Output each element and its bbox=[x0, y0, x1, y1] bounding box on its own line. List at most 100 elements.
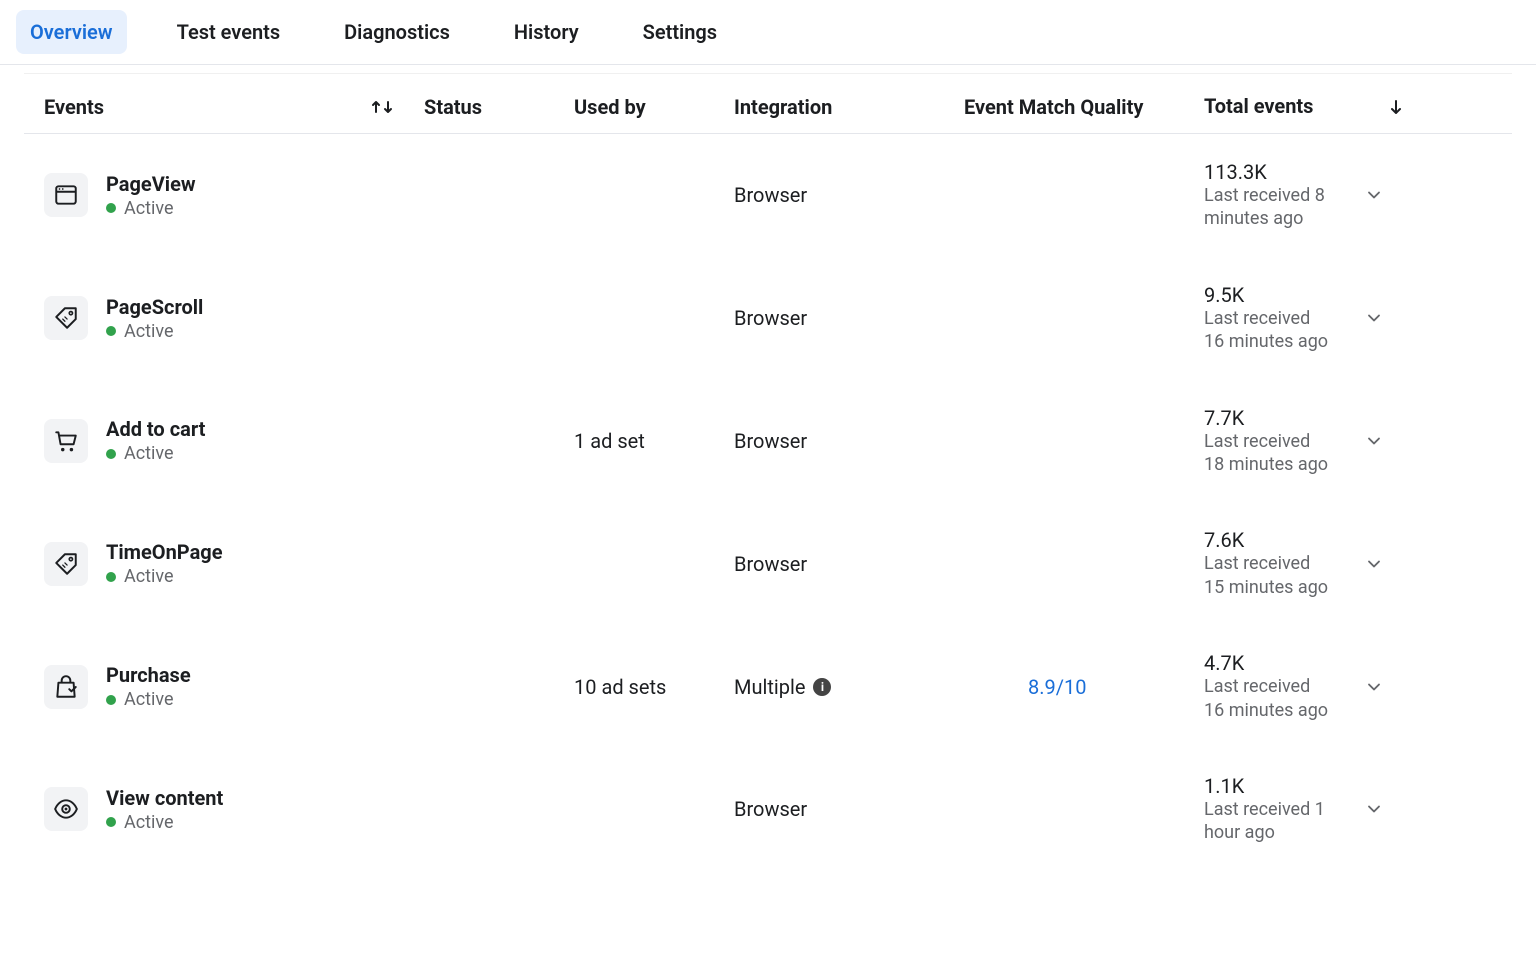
tab-settings[interactable]: Settings bbox=[629, 10, 731, 54]
total-sub: Last received 8 minutes ago bbox=[1204, 184, 1334, 231]
table-row[interactable]: PurchaseActive 10 ad setsMultiple i 8.9/104… bbox=[24, 625, 1512, 748]
table-row[interactable]: PageScrollActive Browser 9.5KLast received… bbox=[24, 257, 1512, 380]
status-dot-icon bbox=[106, 326, 116, 336]
expand-row-button[interactable] bbox=[1344, 431, 1404, 451]
event-status: Active bbox=[106, 443, 205, 464]
table-row[interactable]: PageViewActive Browser 113.3KLast received… bbox=[24, 134, 1512, 257]
event-cell: TimeOnPageActive bbox=[44, 540, 424, 587]
integration-label: Multiple bbox=[734, 675, 805, 699]
chevron-down-icon bbox=[1364, 308, 1384, 328]
total-sub: Last received 16 minutes ago bbox=[1204, 675, 1334, 722]
event-cell: PageViewActive bbox=[44, 172, 424, 219]
tabs-bar: Overview Test events Diagnostics History… bbox=[0, 0, 1536, 65]
event-status: Active bbox=[106, 566, 223, 587]
total-events-cell: 113.3KLast received 8 minutes ago bbox=[1204, 160, 1344, 231]
tab-overview[interactable]: Overview bbox=[16, 10, 127, 54]
window-icon bbox=[44, 173, 88, 217]
tab-diagnostics[interactable]: Diagnostics bbox=[330, 10, 464, 54]
event-status: Active bbox=[106, 321, 203, 342]
total-events-cell: 4.7KLast received 16 minutes ago bbox=[1204, 651, 1344, 722]
col-emq[interactable]: Event Match Quality bbox=[964, 95, 1204, 119]
chevron-down-icon bbox=[1364, 554, 1384, 574]
event-name: PageScroll bbox=[106, 295, 203, 319]
info-icon[interactable]: i bbox=[813, 678, 831, 696]
expand-row-button[interactable] bbox=[1344, 185, 1404, 205]
col-events-label: Events bbox=[44, 95, 104, 119]
col-integration[interactable]: Integration bbox=[734, 95, 964, 119]
total-sub: Last received 15 minutes ago bbox=[1204, 552, 1334, 599]
used-by-cell: 10 ad sets bbox=[574, 675, 734, 699]
event-status-label: Active bbox=[124, 198, 174, 219]
event-name: TimeOnPage bbox=[106, 540, 223, 564]
event-name: Add to cart bbox=[106, 417, 205, 441]
integration-cell: Browser bbox=[734, 429, 964, 453]
total-sub: Last received 18 minutes ago bbox=[1204, 430, 1334, 477]
tag-icon bbox=[44, 296, 88, 340]
event-status: Active bbox=[106, 689, 191, 710]
total-count: 113.3K bbox=[1204, 160, 1344, 184]
col-total-label: Total events bbox=[1204, 94, 1313, 119]
integration-cell: Browser bbox=[734, 183, 964, 207]
table-row[interactable]: Add to cartActive 1 ad setBrowser 7.7KLast… bbox=[24, 380, 1512, 503]
status-dot-icon bbox=[106, 572, 116, 582]
total-events-cell: 1.1KLast received 1 hour ago bbox=[1204, 774, 1344, 845]
chevron-down-icon bbox=[1364, 799, 1384, 819]
chevron-down-icon bbox=[1364, 185, 1384, 205]
table-row[interactable]: View contentActive Browser 1.1KLast receiv… bbox=[24, 748, 1512, 871]
total-count: 7.6K bbox=[1204, 528, 1344, 552]
col-status[interactable]: Status bbox=[424, 95, 574, 119]
integration-cell: Browser bbox=[734, 552, 964, 576]
expand-row-button[interactable] bbox=[1344, 677, 1404, 697]
event-name: Purchase bbox=[106, 663, 191, 687]
status-dot-icon bbox=[106, 449, 116, 459]
event-status-label: Active bbox=[124, 321, 174, 342]
tab-history[interactable]: History bbox=[500, 10, 593, 54]
chevron-down-icon bbox=[1364, 677, 1384, 697]
col-used-by[interactable]: Used by bbox=[574, 95, 734, 119]
expand-row-button[interactable] bbox=[1344, 799, 1404, 819]
event-cell: PurchaseActive bbox=[44, 663, 424, 710]
status-dot-icon bbox=[106, 695, 116, 705]
integration-label: Browser bbox=[734, 183, 807, 207]
integration-cell: Multiple i bbox=[734, 675, 964, 699]
total-count: 4.7K bbox=[1204, 651, 1344, 675]
integration-label: Browser bbox=[734, 306, 807, 330]
total-events-cell: 7.7KLast received 18 minutes ago bbox=[1204, 406, 1344, 477]
table-header: Events Status Used by Integration Event … bbox=[24, 73, 1512, 134]
total-sub: Last received 1 hour ago bbox=[1204, 798, 1334, 845]
eye-icon bbox=[44, 787, 88, 831]
event-name: View content bbox=[106, 786, 223, 810]
total-count: 1.1K bbox=[1204, 774, 1344, 798]
event-cell: View contentActive bbox=[44, 786, 424, 833]
event-status: Active bbox=[106, 198, 196, 219]
col-total-events[interactable]: Total events bbox=[1204, 94, 1344, 119]
emq-cell[interactable]: 8.9/10 bbox=[964, 675, 1204, 699]
col-events[interactable]: Events bbox=[44, 95, 424, 119]
integration-label: Browser bbox=[734, 797, 807, 821]
integration-label: Browser bbox=[734, 552, 807, 576]
event-status-label: Active bbox=[124, 689, 174, 710]
chevron-down-icon bbox=[1364, 431, 1384, 451]
bag-icon bbox=[44, 665, 88, 709]
sort-icon[interactable] bbox=[370, 98, 394, 116]
event-cell: PageScrollActive bbox=[44, 295, 424, 342]
event-status-label: Active bbox=[124, 812, 174, 833]
expand-row-button[interactable] bbox=[1344, 308, 1404, 328]
event-cell: Add to cartActive bbox=[44, 417, 424, 464]
col-total-sort[interactable] bbox=[1344, 98, 1404, 116]
total-sub: Last received 16 minutes ago bbox=[1204, 307, 1334, 354]
events-table: Events Status Used by Integration Event … bbox=[0, 73, 1536, 871]
integration-label: Browser bbox=[734, 429, 807, 453]
total-count: 9.5K bbox=[1204, 283, 1344, 307]
total-count: 7.7K bbox=[1204, 406, 1344, 430]
status-dot-icon bbox=[106, 203, 116, 213]
event-name: PageView bbox=[106, 172, 196, 196]
table-row[interactable]: TimeOnPageActive Browser 7.6KLast received… bbox=[24, 502, 1512, 625]
status-dot-icon bbox=[106, 817, 116, 827]
used-by-cell: 1 ad set bbox=[574, 429, 734, 453]
tab-test-events[interactable]: Test events bbox=[163, 10, 295, 54]
event-status-label: Active bbox=[124, 566, 174, 587]
expand-row-button[interactable] bbox=[1344, 554, 1404, 574]
integration-cell: Browser bbox=[734, 306, 964, 330]
total-events-cell: 9.5KLast received 16 minutes ago bbox=[1204, 283, 1344, 354]
